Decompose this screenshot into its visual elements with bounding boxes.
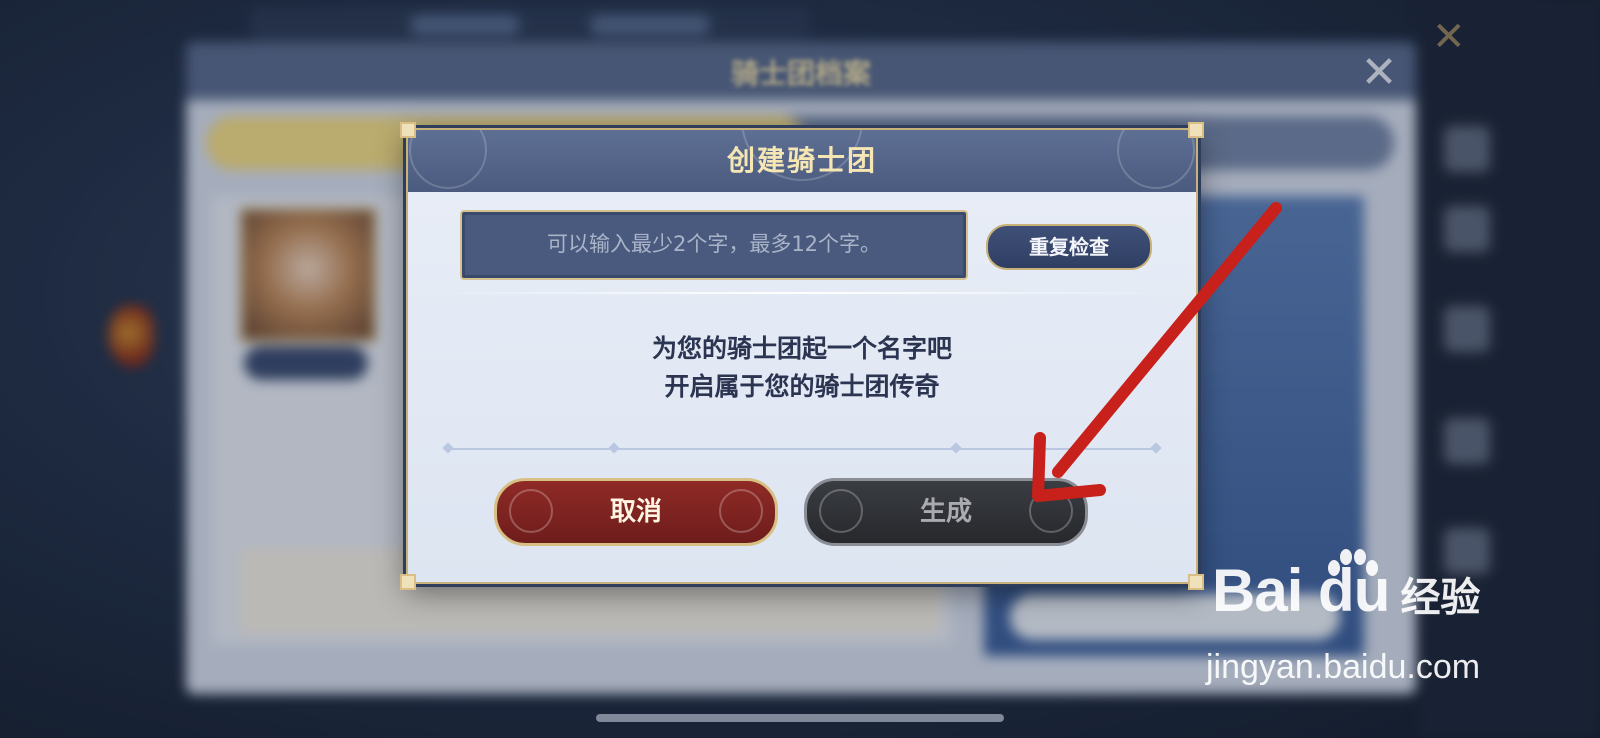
baidu-watermark: Bai du 经验 jingyan.baidu.com xyxy=(1206,549,1481,686)
divider-dot-icon xyxy=(442,442,454,454)
cancel-button[interactable]: 取消 xyxy=(494,478,778,546)
button-ornament-icon xyxy=(719,489,763,533)
corner-ornament-icon xyxy=(1188,122,1204,138)
corner-ornament-icon xyxy=(400,574,416,590)
divider-dot-icon xyxy=(950,442,962,454)
divider-dot-icon xyxy=(608,442,620,454)
corner-ornament-icon xyxy=(400,122,416,138)
generate-button[interactable]: 生成 xyxy=(804,478,1088,546)
dialog-title: 创建骑士团 xyxy=(726,144,877,177)
message-line-2: 开启属于您的骑士团传奇 xyxy=(664,372,940,401)
button-ornament-icon xyxy=(819,489,863,533)
dialog-message: 为您的骑士团起一个名字吧 开启属于您的骑士团传奇 xyxy=(408,330,1196,406)
generate-button-label: 生成 xyxy=(919,497,972,527)
corner-ornament-icon xyxy=(1188,574,1204,590)
input-separator xyxy=(432,292,1172,294)
message-line-1: 为您的骑士团起一个名字吧 xyxy=(651,334,952,363)
home-indicator xyxy=(596,714,1004,722)
dialog-divider xyxy=(448,448,1156,450)
cancel-button-label: 取消 xyxy=(609,497,662,527)
button-ornament-icon xyxy=(1029,489,1073,533)
watermark-url: jingyan.baidu.com xyxy=(1206,648,1481,686)
paw-icon xyxy=(1328,549,1378,576)
recheck-button[interactable]: 重复检查 xyxy=(986,224,1152,270)
knight-order-name-input[interactable] xyxy=(468,218,960,270)
name-input-frame xyxy=(460,210,968,280)
create-knight-order-dialog: 创建骑士团 重复检查 为您的骑士团起一个名字吧 开启属于您的骑士团传奇 取消 生… xyxy=(400,122,1204,590)
button-ornament-icon xyxy=(509,489,553,533)
watermark-brand-suffix: 经验 xyxy=(1400,575,1481,621)
divider-dot-icon xyxy=(1150,442,1162,454)
